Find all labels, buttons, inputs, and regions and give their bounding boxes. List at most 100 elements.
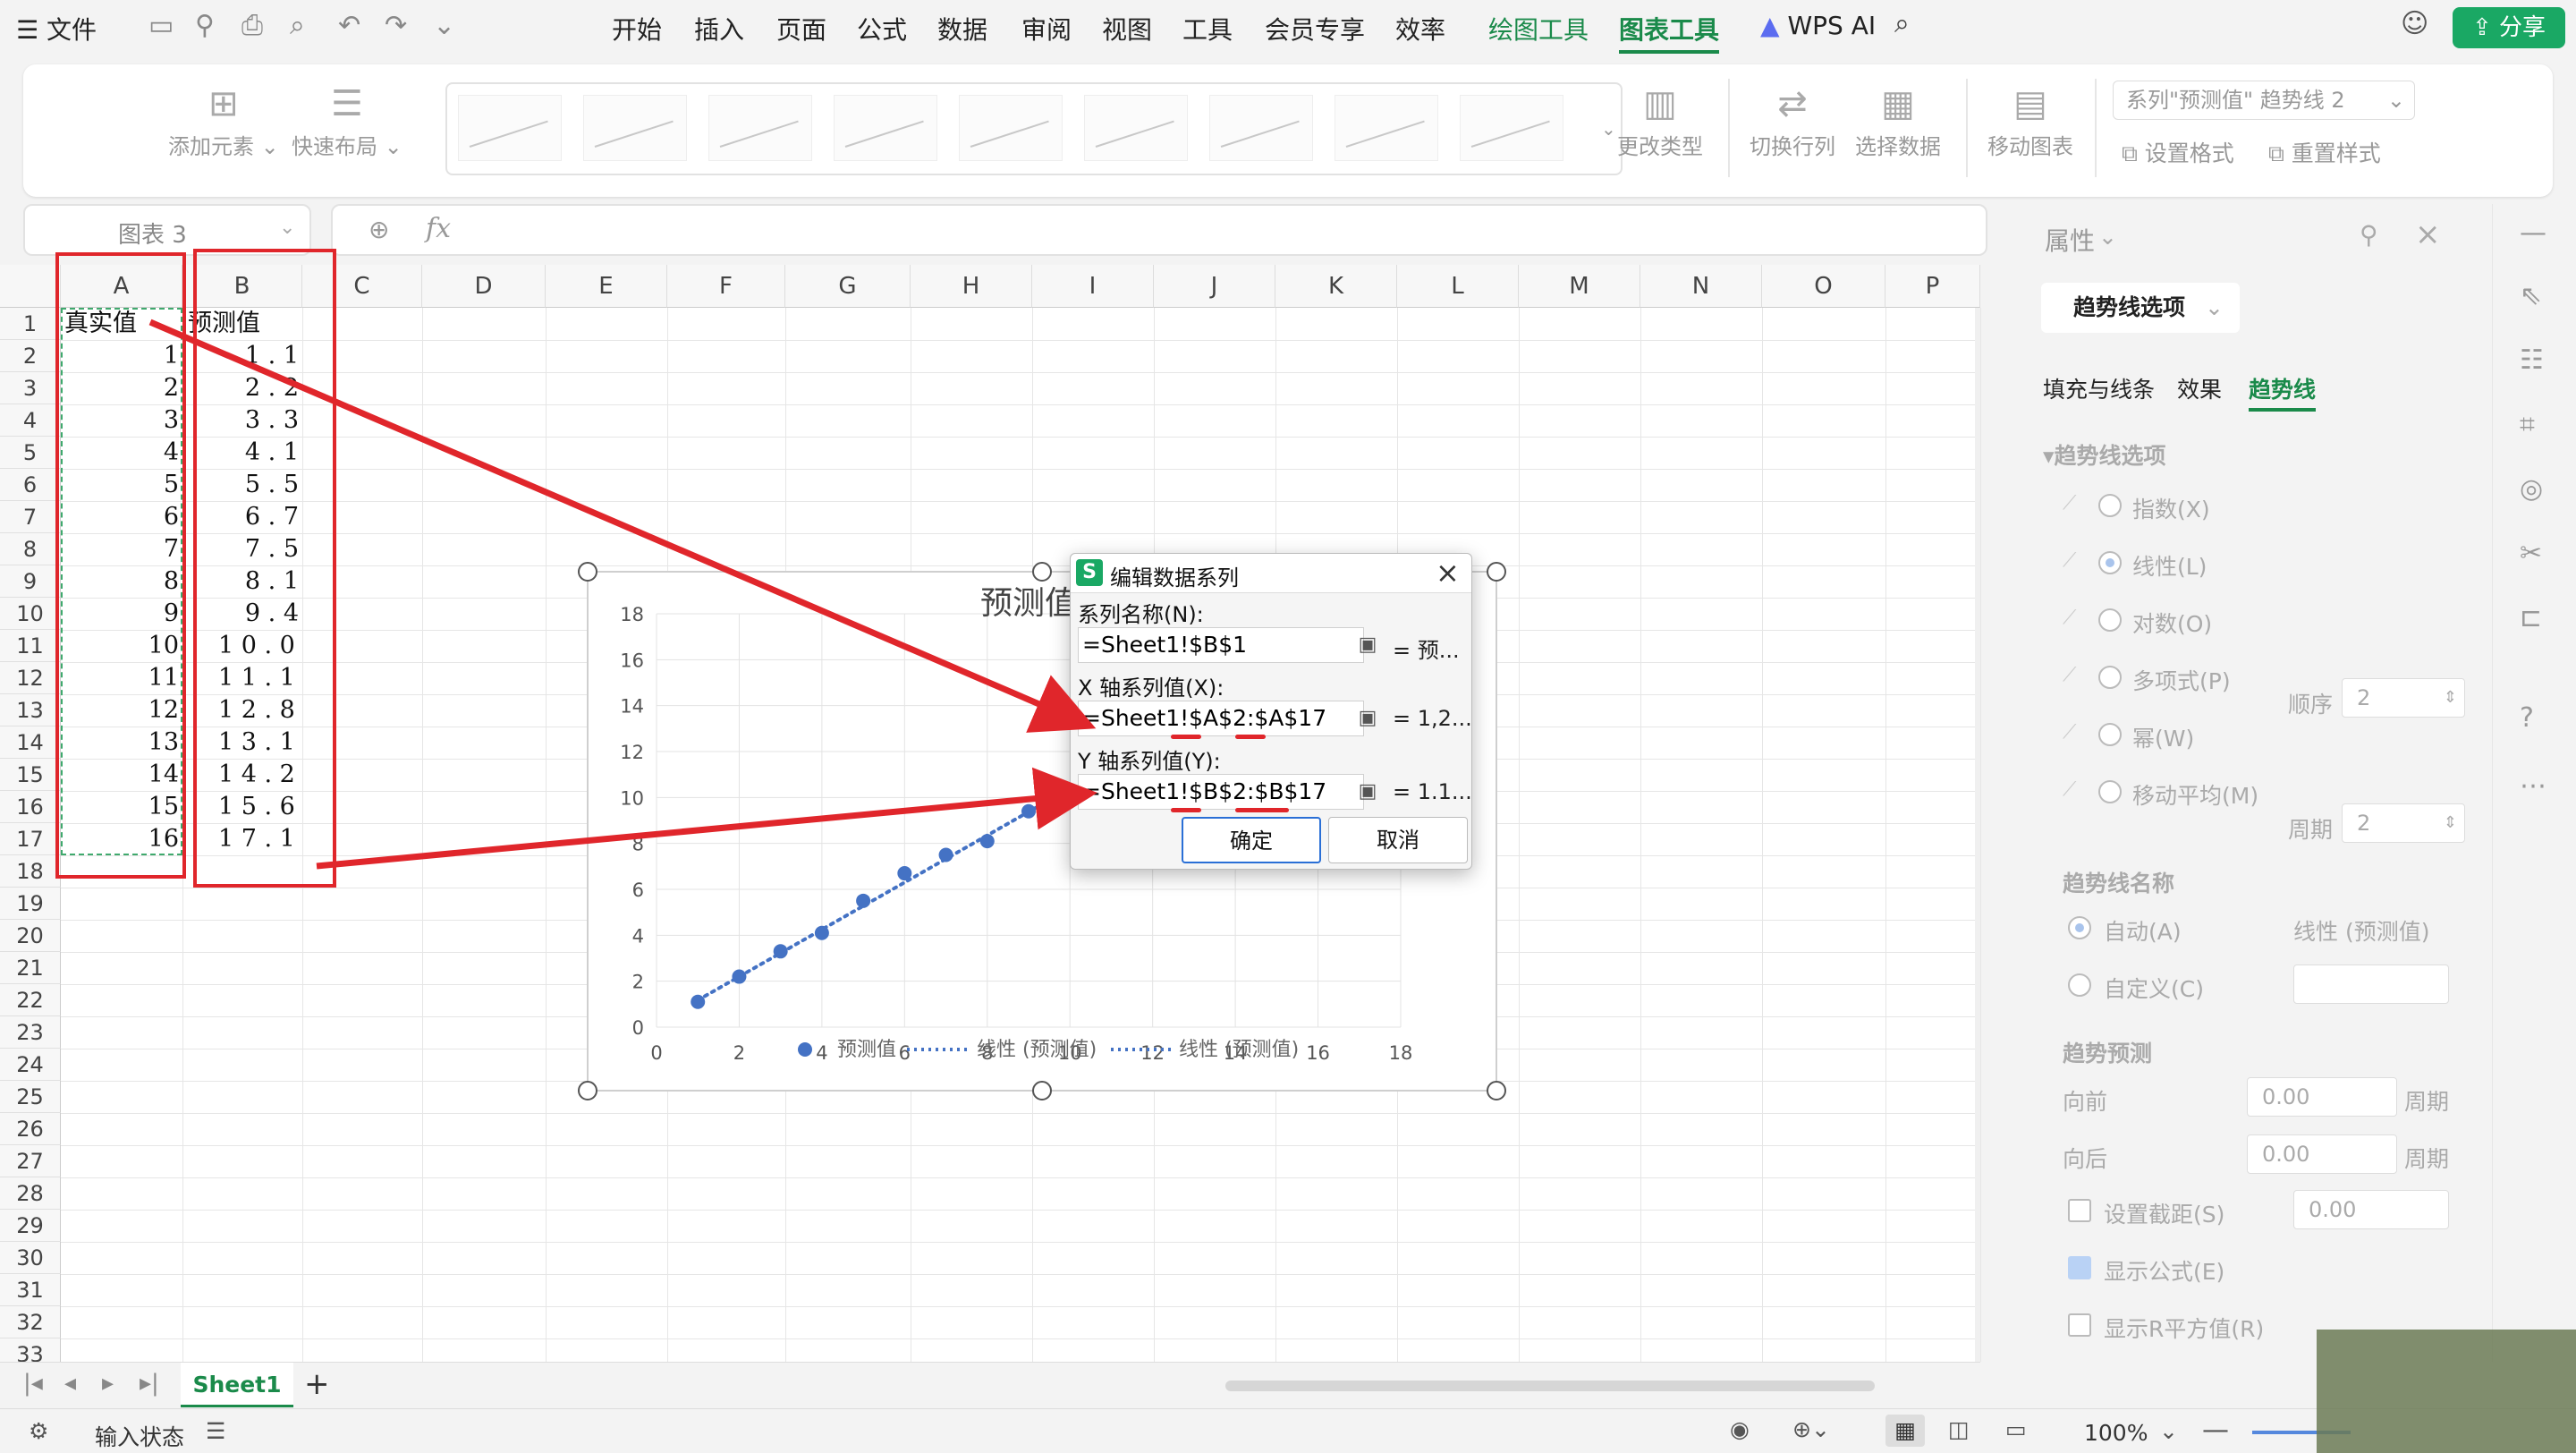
close-icon[interactable]: × [1436, 556, 1460, 590]
chart-style-thumb[interactable] [1335, 95, 1438, 161]
quick-layout-button[interactable]: ☰ 快速布局 ⌄ [292, 79, 402, 160]
trend-logarithmic-radio[interactable] [2098, 608, 2122, 632]
more-chevron-icon[interactable]: ⌄ [433, 13, 455, 39]
tab-trendline[interactable]: 趋势线 [2249, 372, 2317, 412]
tab-drawing-tools[interactable]: 绘图工具 [1488, 11, 1589, 47]
settings-slider-icon[interactable]: ☷ [2520, 347, 2544, 374]
row-header-21[interactable]: 21 [0, 952, 61, 984]
bookmark-icon[interactable]: ⊏ [2520, 605, 2542, 632]
column-header-d[interactable]: D [422, 265, 546, 308]
sheet-tab-sheet1[interactable]: Sheet1 [181, 1363, 293, 1407]
save-icon[interactable]: ▭ [148, 13, 174, 39]
column-header-g[interactable]: G [785, 265, 911, 308]
chart-style-thumb[interactable] [1460, 95, 1563, 161]
next-sheet-icon[interactable]: ▸ [102, 1372, 114, 1395]
ok-button[interactable]: 确定 [1182, 817, 1321, 863]
trend-polynomial-radio[interactable] [2098, 666, 2122, 689]
row-header-30[interactable]: 30 [0, 1242, 61, 1274]
share-button[interactable]: ⇪ 分享 [2453, 7, 2565, 48]
trend-power-radio[interactable] [2098, 723, 2122, 746]
trend-linear-radio[interactable] [2098, 551, 2122, 574]
cancel-button[interactable]: 取消 [1328, 817, 1468, 863]
tab-home[interactable]: 开始 [612, 11, 662, 47]
row-header-20[interactable]: 20 [0, 920, 61, 952]
row-header-2[interactable]: 2 [0, 340, 61, 372]
data-point[interactable] [979, 834, 995, 849]
column-header-j[interactable]: J [1154, 265, 1275, 308]
row-header-11[interactable]: 11 [0, 630, 61, 662]
data-point[interactable] [691, 994, 706, 1009]
pin-icon[interactable]: ⚲ [2360, 220, 2378, 250]
tab-tools[interactable]: 工具 [1182, 11, 1233, 47]
print-icon[interactable]: ⎙ [242, 13, 263, 39]
data-point[interactable] [732, 969, 747, 984]
row-header-19[interactable]: 19 [0, 888, 61, 920]
row-header-10[interactable]: 10 [0, 598, 61, 630]
row-header-32[interactable]: 32 [0, 1306, 61, 1338]
link-icon[interactable]: ⚲ [195, 13, 215, 39]
data-point[interactable] [1021, 803, 1036, 819]
backward-input[interactable]: 0.00 [2247, 1134, 2397, 1174]
row-header-28[interactable]: 28 [0, 1177, 61, 1210]
y-values-input[interactable]: =Sheet1!$B$2:$B$17 [1078, 774, 1364, 810]
close-icon[interactable]: × [2415, 217, 2441, 252]
column-header-m[interactable]: M [1519, 265, 1640, 308]
tab-formula[interactable]: 公式 [857, 11, 907, 47]
last-sheet-icon[interactable]: ▸| [140, 1372, 159, 1395]
auto-name-radio[interactable] [2068, 916, 2091, 939]
gallery-expand-icon[interactable]: ⌄ [1601, 118, 1616, 140]
range-picker-icon[interactable]: ▣ [1353, 774, 1382, 810]
row-header-23[interactable]: 23 [0, 1016, 61, 1049]
resize-handle[interactable] [1487, 1081, 1506, 1100]
chart-format-icon[interactable]: ◎ [2520, 476, 2543, 503]
data-point[interactable] [938, 847, 953, 862]
row-header-8[interactable]: 8 [0, 533, 61, 565]
fx-icon[interactable]: fx [426, 213, 451, 244]
minimize-icon[interactable]: — [2520, 220, 2546, 247]
column-header-e[interactable]: E [546, 265, 667, 308]
help-icon[interactable]: ? [2520, 705, 2534, 732]
row-header-12[interactable]: 12 [0, 662, 61, 694]
custom-name-radio[interactable] [2068, 973, 2091, 997]
series-element-select[interactable]: 系列"预测值" 趋势线 2 ⌄ [2113, 81, 2415, 120]
set-intercept-checkbox[interactable] [2068, 1199, 2091, 1222]
data-point[interactable] [856, 893, 871, 908]
add-element-button[interactable]: ⊞ 添加元素 ⌄ [168, 79, 279, 160]
layout-mode-icon[interactable]: ⊕⌄ [1792, 1416, 1830, 1442]
more-icon[interactable]: ⋯ [2520, 773, 2546, 800]
column-header-l[interactable]: L [1397, 265, 1519, 308]
resize-handle[interactable] [1032, 562, 1052, 582]
file-menu[interactable]: ☰ 文件 [16, 11, 97, 47]
row-header-3[interactable]: 3 [0, 372, 61, 404]
print-preview-icon[interactable]: ⌕ [290, 13, 305, 39]
tab-data[interactable]: 数据 [937, 11, 987, 47]
chart-style-thumb[interactable] [458, 95, 562, 161]
normal-view-icon[interactable]: ▦ [1885, 1415, 1925, 1447]
macro-icon[interactable]: ⚙ [29, 1418, 48, 1444]
search-icon[interactable]: ⌕ [1894, 11, 1910, 38]
set-format-button[interactable]: ⧉ 设置格式 [2122, 136, 2234, 168]
row-header-1[interactable]: 1 [0, 308, 61, 340]
first-sheet-icon[interactable]: |◂ [23, 1372, 43, 1395]
resize-handle[interactable] [578, 1081, 597, 1100]
data-point[interactable] [897, 866, 912, 881]
zoom-level[interactable]: 100% [2084, 1420, 2148, 1446]
trend-moving-average-radio[interactable] [2098, 780, 2122, 803]
series-name-input[interactable]: =Sheet1!$B$1 [1078, 627, 1364, 663]
tab-review[interactable]: 审阅 [1021, 11, 1072, 47]
trend-exponential-radio[interactable] [2098, 494, 2122, 517]
custom-name-input[interactable] [2293, 964, 2449, 1004]
resize-handle[interactable] [1032, 1081, 1052, 1100]
column-header-i[interactable]: I [1032, 265, 1154, 308]
zoom-formula-icon[interactable]: ⊕ [369, 215, 389, 244]
row-header-17[interactable]: 17 [0, 823, 61, 855]
tab-member[interactable]: 会员专享 [1265, 11, 1365, 47]
formula-input[interactable]: ⊕ fx [331, 204, 1987, 256]
column-header-o[interactable]: O [1762, 265, 1885, 308]
row-header-4[interactable]: 4 [0, 404, 61, 437]
x-values-input[interactable]: =Sheet1!$A$2:$A$17 [1078, 701, 1364, 736]
row-header-7[interactable]: 7 [0, 501, 61, 533]
horizontal-scrollbar[interactable] [1225, 1381, 1875, 1391]
chat-icon[interactable]: ☺ [2401, 11, 2428, 38]
chart-style-thumb[interactable] [708, 95, 812, 161]
